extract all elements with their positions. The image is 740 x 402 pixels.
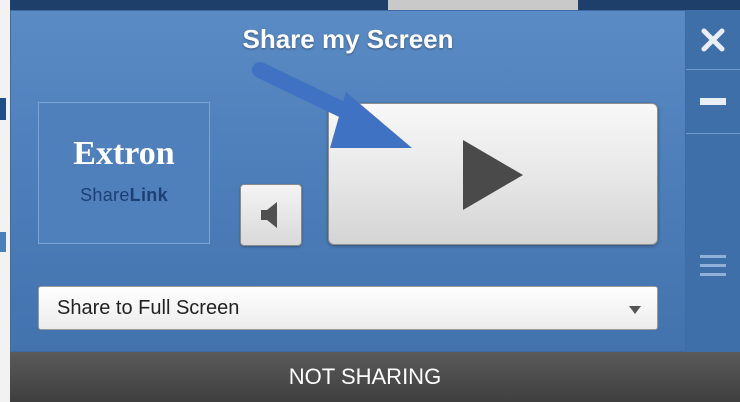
- close-icon: [701, 28, 725, 51]
- background-edge: [0, 0, 10, 402]
- sharing-status: NOT SHARING: [288, 364, 442, 389]
- audio-button[interactable]: [240, 184, 302, 246]
- side-control-panel: [686, 10, 740, 352]
- minimize-button[interactable]: [686, 70, 740, 134]
- speaker-icon: [261, 202, 277, 228]
- status-bar: NOT SHARING: [10, 352, 740, 402]
- pointer-arrow-annotation: [252, 62, 412, 148]
- background-fragment: [0, 98, 6, 120]
- menu-icon: [700, 255, 726, 276]
- background-fragment: [0, 232, 6, 252]
- logo-product-share: Share: [80, 185, 130, 205]
- sharelink-main-panel: Share my Screen Extron ShareLink Share t…: [10, 10, 686, 352]
- window-title: Share my Screen: [242, 24, 454, 54]
- share-mode-selected: Share to Full Screen: [57, 297, 240, 319]
- logo-brand: Extron: [73, 135, 175, 172]
- play-icon: [463, 140, 523, 210]
- logo-product: ShareLink: [39, 185, 209, 206]
- extron-logo: Extron ShareLink: [38, 102, 210, 244]
- logo-product-link: Link: [129, 185, 168, 205]
- background-top-strip: [10, 0, 740, 10]
- minimize-icon: [700, 97, 726, 105]
- caret-down-icon: [629, 306, 641, 314]
- close-button[interactable]: [686, 10, 740, 70]
- menu-button[interactable]: [686, 134, 740, 352]
- background-fragment: [388, 0, 578, 10]
- share-mode-dropdown[interactable]: Share to Full Screen: [38, 286, 658, 330]
